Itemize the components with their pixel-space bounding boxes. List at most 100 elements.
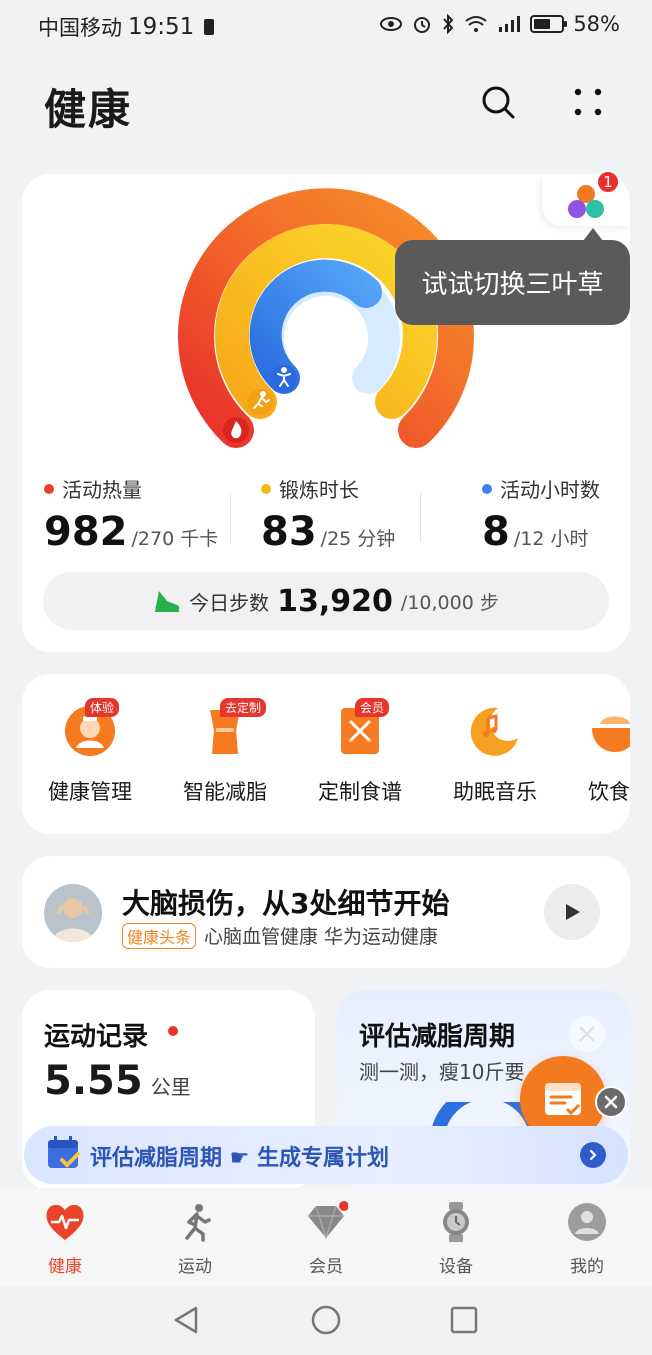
shoe-icon	[155, 591, 180, 612]
metric-label: 活动小时数	[500, 478, 600, 502]
status-bar: 中国移动 19:51 58%	[0, 0, 652, 52]
tab-device[interactable]: 设备	[406, 1200, 506, 1277]
bluetooth-icon	[443, 14, 454, 34]
service-smart-fat-loss[interactable]: 去定制 智能减脂	[165, 698, 285, 806]
play-icon	[566, 904, 580, 920]
activity-metrics: 活动热量 982/270 千卡 锻炼时长 83/25 分钟 活动小时数 8/12…	[22, 474, 630, 555]
user-avatar-icon	[568, 1203, 606, 1241]
more-dots-icon	[574, 88, 602, 116]
fat-cycle-subtitle: 测一测，瘦10斤要	[359, 1060, 525, 1084]
watch-icon	[443, 1202, 469, 1242]
steps-value: 13,920	[277, 583, 393, 619]
divider	[420, 492, 421, 542]
service-label: 饮食	[588, 780, 630, 804]
home-icon[interactable]	[310, 1304, 342, 1336]
news-meta: 健康头条 心脑血管健康 华为运动健康	[122, 922, 438, 949]
search-icon	[482, 86, 515, 119]
service-custom-recipe[interactable]: 会员 定制食谱	[300, 698, 420, 806]
metric-goal: /12 小时	[513, 528, 589, 550]
service-label: 健康管理	[48, 780, 132, 804]
clock: 19:51	[128, 14, 195, 40]
sport-record-title: 运动记录	[44, 1022, 149, 1052]
tab-sport[interactable]: 运动	[145, 1200, 245, 1277]
metric-goal: /25 分钟	[320, 528, 396, 550]
news-tag: 健康头条	[122, 922, 197, 949]
tab-label: 健康	[48, 1257, 82, 1277]
calorie-dot	[44, 483, 54, 494]
diamond-icon	[308, 1201, 349, 1239]
sim-icon	[204, 19, 215, 35]
carrier-label: 中国移动	[38, 16, 122, 40]
steps-label: 今日步数	[189, 590, 270, 615]
news-avatar	[44, 884, 102, 942]
runner-icon	[185, 1204, 211, 1242]
person-thumbnail-icon	[44, 884, 102, 942]
hours-ring	[249, 259, 382, 394]
recents-icon[interactable]	[448, 1304, 480, 1336]
service-tag: 会员	[355, 698, 390, 717]
bottom-tab-bar: 健康 运动 会员 设备 我的	[0, 1188, 652, 1286]
calendar-icon	[48, 1136, 80, 1168]
moon-music-icon	[470, 707, 518, 756]
sport-unit: 公里	[150, 1075, 191, 1099]
back-icon[interactable]	[170, 1304, 202, 1336]
service-label: 定制食谱	[318, 780, 402, 804]
fat-cycle-close-icon[interactable]	[567, 1014, 607, 1054]
search-button[interactable]	[476, 80, 520, 124]
exercise-dot	[261, 483, 271, 494]
tab-label: 运动	[178, 1257, 212, 1277]
metric-value: 982	[44, 509, 128, 555]
clover-tooltip[interactable]: 试试切换三叶草	[395, 240, 630, 325]
metric-hours[interactable]: 活动小时数 8/12 小时	[482, 474, 600, 555]
banner-text: 评估减脂周期 ☛ 生成专属计划	[90, 1146, 390, 1171]
service-label: 助眠音乐	[453, 780, 537, 804]
divider	[230, 492, 231, 542]
play-button[interactable]	[544, 884, 600, 940]
service-sleep-music[interactable]: 助眠音乐	[435, 704, 555, 806]
news-card[interactable]: 大脑损伤，从3处细节开始 健康头条 心脑血管健康 华为运动健康	[22, 856, 630, 968]
unread-dot	[168, 1026, 178, 1036]
app-header: 健康	[0, 60, 652, 150]
services-card: 体验 健康管理 去定制 智能减脂 会员 定制食谱 助眠音乐 饮食	[22, 674, 630, 834]
alarm-icon	[414, 17, 431, 33]
sport-distance: 5.55	[44, 1058, 143, 1104]
service-label: 智能减脂	[183, 780, 267, 804]
fat-cycle-title: 评估减脂周期	[359, 1022, 516, 1052]
tab-me[interactable]: 我的	[537, 1200, 637, 1277]
news-title: 大脑损伤，从3处细节开始	[122, 887, 450, 920]
steps-goal: /10,000 步	[400, 591, 499, 614]
heart-pulse-icon	[46, 1204, 84, 1240]
metric-calories[interactable]: 活动热量 982/270 千卡	[44, 474, 218, 555]
metric-goal: /270 千卡	[131, 528, 219, 550]
tab-health[interactable]: 健康	[15, 1200, 115, 1277]
notification-badge: 1	[596, 170, 620, 194]
sport-record-value-group: 5.55 公里	[44, 1058, 191, 1104]
battery-percent: 58%	[573, 12, 620, 36]
metric-exercise[interactable]: 锻炼时长 83/25 分钟	[261, 474, 395, 555]
bowl-icon	[592, 716, 630, 752]
hours-dot	[482, 483, 492, 494]
service-health-management[interactable]: 体验 健康管理	[30, 698, 150, 806]
chevron-right-icon	[589, 1149, 597, 1161]
floating-close-button[interactable]	[595, 1086, 627, 1118]
tab-member[interactable]: 会员	[276, 1200, 376, 1277]
more-button[interactable]	[566, 80, 610, 124]
page-title: 健康	[44, 85, 133, 134]
steps-pill[interactable]: 今日步数 13,920 /10,000 步	[43, 572, 609, 630]
form-check-icon	[545, 1083, 581, 1116]
banner-arrow-button[interactable]	[580, 1142, 606, 1168]
fat-plan-banner[interactable]: 评估减脂周期 ☛ 生成专属计划	[24, 1126, 628, 1184]
tab-label: 会员	[309, 1257, 343, 1277]
metric-value: 83	[261, 509, 317, 555]
system-nav-bar	[0, 1286, 652, 1355]
eye-icon	[380, 17, 403, 31]
metric-label: 活动热量	[62, 478, 142, 502]
wifi-icon	[465, 16, 487, 32]
tab-label: 设备	[439, 1257, 473, 1277]
battery-icon	[530, 15, 568, 33]
service-tag: 体验	[85, 698, 120, 717]
tab-label: 我的	[570, 1257, 604, 1277]
news-source: 心脑血管健康 华为运动健康	[204, 926, 439, 948]
service-diet[interactable]: 饮食	[570, 704, 630, 806]
close-icon	[604, 1095, 618, 1109]
